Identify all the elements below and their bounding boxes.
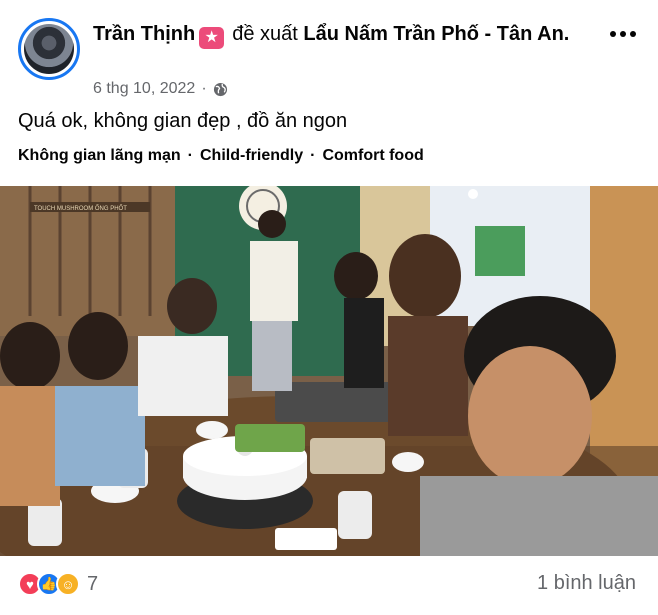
- more-dot-icon: [630, 31, 636, 37]
- globe-icon[interactable]: [213, 82, 228, 97]
- post-card: Trần Thịnh ★ đề xuất Lẩu Nấm Trần Phố - Tâ…: [0, 0, 658, 615]
- tag-separator: ·: [187, 147, 193, 164]
- meta-separator: ·: [201, 80, 207, 97]
- reaction-count: 7: [87, 572, 99, 595]
- more-dot-icon: [620, 31, 626, 37]
- care-icon: ☺: [56, 572, 80, 596]
- reaction-summary[interactable]: ♥ 👍 ☺ 7: [18, 572, 98, 596]
- tag-item: Không gian lãng mạn: [18, 147, 181, 164]
- place-name[interactable]: Lẩu Nấm Trần Phố - Tân An.: [303, 23, 569, 45]
- tag-separator: ·: [310, 147, 316, 164]
- restaurant-sign-text: TOUCH MUSHROOM ỐNG PHỐT: [34, 205, 127, 212]
- star-badge-icon: ★: [199, 27, 225, 49]
- more-options-button[interactable]: [610, 24, 636, 44]
- comment-count-link[interactable]: 1 bình luận: [537, 572, 636, 595]
- more-dot-icon: [610, 31, 616, 37]
- post-date[interactable]: 6 thg 10, 2022: [93, 80, 195, 98]
- post-text: Quá ok, không gian đẹp , đồ ăn ngon: [18, 110, 348, 132]
- tag-list: Không gian lãng mạn · Child-friendly · C…: [18, 147, 424, 165]
- post-header: Trần Thịnh ★ đề xuất Lẩu Nấm Trần Phố - Tâ…: [93, 20, 603, 49]
- avatar-image: [24, 24, 74, 74]
- post-photo[interactable]: TOUCH MUSHROOM ỐNG PHỐT: [0, 186, 658, 556]
- tag-item: Child-friendly: [200, 147, 304, 164]
- tag-item: Comfort food: [322, 147, 424, 164]
- recommend-verb: đề xuất: [232, 23, 298, 45]
- author-name[interactable]: Trần Thịnh: [93, 23, 195, 45]
- restaurant-group-photo: TOUCH MUSHROOM ỐNG PHỐT: [0, 186, 658, 556]
- post-meta: 6 thg 10, 2022 ·: [93, 80, 228, 98]
- avatar[interactable]: [18, 18, 80, 80]
